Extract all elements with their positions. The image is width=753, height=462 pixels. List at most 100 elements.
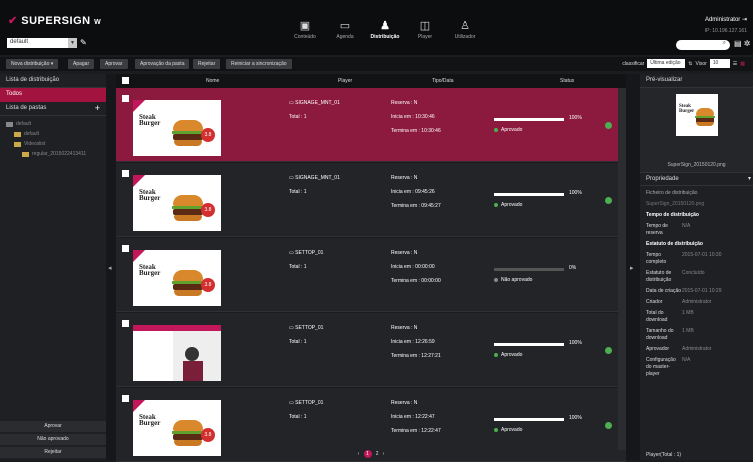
nav-distribuicao[interactable]: ♟ Distribuição	[365, 18, 405, 48]
burger-image	[172, 270, 204, 298]
sort-icon[interactable]: ⇅	[688, 61, 692, 67]
content-thumbnail[interactable]: Steak Burger 3.8	[133, 175, 221, 231]
reject-filter[interactable]: Rejeitar	[0, 447, 106, 458]
top-icons: ▤ ✲	[734, 39, 751, 48]
status-ok-icon	[605, 347, 612, 354]
type-cell: Reserva : N Inicia em : 12:26:59 Termina…	[391, 321, 441, 363]
tree-item[interactable]: regular_2015022413411	[6, 149, 100, 159]
collapse-left-handle[interactable]: ◂	[106, 74, 116, 460]
end-time: Termina em : 12:27:21	[391, 353, 441, 359]
col-player: Player	[338, 78, 353, 84]
type-cell: Reserva : N Inicia em : 10:30:46 Termina…	[391, 96, 441, 138]
status-ok-icon	[605, 122, 612, 129]
property-value: Administrator	[682, 299, 712, 305]
content-thumbnail[interactable]: Steak Burger 3.8	[133, 400, 221, 456]
player-label: SIGNAGE_MNT_01	[295, 175, 340, 181]
property-row: Total do download 1 MB	[646, 310, 747, 324]
player-name: ▭ SETTOP_01	[289, 246, 323, 260]
row-checkbox[interactable]	[122, 170, 129, 177]
row-checkbox[interactable]	[122, 320, 129, 327]
nav-conteudo[interactable]: ▣ Conteúdo	[285, 18, 325, 48]
player-cell: ▭ SIGNAGE_MNT_01 Total : 1	[289, 171, 340, 199]
not-approved-filter[interactable]: Não aprovado	[0, 434, 106, 445]
search-input[interactable]: ⌕	[676, 40, 730, 50]
list-view-icon[interactable]: ☰	[733, 61, 737, 67]
row-checkbox[interactable]	[122, 95, 129, 102]
tag-icon	[133, 250, 145, 262]
content-thumbnail[interactable]: Steak Burger 3.8	[133, 100, 221, 156]
price-badge: 3.8	[201, 203, 215, 217]
row-checkbox[interactable]	[122, 245, 129, 252]
approve-button[interactable]: Aprovar	[100, 59, 128, 69]
document-icon[interactable]: ▤	[734, 39, 742, 48]
tree-label: default	[24, 131, 40, 137]
progress-bar	[494, 193, 564, 196]
site-select[interactable]: default ▼	[7, 38, 77, 48]
table-row[interactable]: Steak Burger 3.8 ▭ SIGNAGE_MNT_01 Total …	[116, 163, 626, 237]
approve-filter[interactable]: Aprovar	[0, 421, 106, 432]
tree-item[interactable]: default	[6, 129, 100, 139]
player-cell: ▭ SIGNAGE_MNT_01 Total : 1	[289, 96, 340, 124]
tree-label: regular_2015022413411	[32, 151, 87, 157]
select-all-checkbox[interactable]	[122, 77, 129, 84]
left-panel: Lista de distribuição Todos Lista de pas…	[0, 74, 106, 460]
thumb-title: Steak Burger	[139, 413, 161, 427]
property-row: SuperSign_20150120.png	[646, 201, 747, 208]
sort-select[interactable]: Última edição	[647, 59, 686, 68]
start-time: Inicia em : 10:30:46	[391, 114, 435, 120]
gear-icon[interactable]: ✲	[744, 39, 751, 48]
scrollbar[interactable]	[618, 88, 626, 450]
status-dot-icon	[494, 203, 498, 207]
player-total-count: Total : 1	[289, 189, 307, 195]
chevron-down-icon: ▾	[747, 176, 751, 182]
property-value: N/A	[682, 357, 691, 363]
user-info[interactable]: Administrator ⇥ IP: 10.196.127.161	[705, 16, 747, 34]
prev-page-button[interactable]: ‹	[358, 451, 360, 457]
row-checkbox[interactable]	[122, 395, 129, 402]
table-row[interactable]: ▭ SETTOP_01 Total : 1 Reserva : N Inicia…	[116, 313, 626, 387]
nav-agenda[interactable]: ▭ Agenda	[325, 18, 365, 48]
nav-label: Utilizador	[454, 34, 476, 40]
all-filter[interactable]: Todos	[0, 88, 106, 102]
start-time: Inicia em : 09:45:26	[391, 189, 435, 195]
table-header: Nome Player Tipo/Data Status	[116, 74, 626, 88]
grid-view-icon[interactable]: ▦	[740, 61, 745, 67]
table-row[interactable]: Steak Burger 3.8 ▭ SIGNAGE_MNT_01 Total …	[116, 88, 626, 162]
view-label: Visor	[695, 60, 707, 67]
next-page-button[interactable]: ›	[383, 451, 385, 457]
collapse-right-handle[interactable]: ▸	[626, 74, 640, 460]
nav-utilizador[interactable]: ♙ Utilizador	[445, 18, 485, 48]
status-ok-icon	[605, 422, 612, 429]
page-2[interactable]: 2	[376, 451, 379, 457]
ip-address: IP: 10.196.127.161	[704, 28, 747, 34]
nav-player[interactable]: ◫ Player	[405, 18, 445, 48]
preview-filename: SuperSign_20150120.png	[667, 162, 726, 168]
content-thumbnail[interactable]	[133, 325, 221, 381]
sort-area: classificar Última edição ⇅ Visor 10 ☰ ▦	[622, 59, 745, 68]
new-distribution-button[interactable]: Nova distribuição ▾	[6, 59, 59, 69]
table-row[interactable]: Steak Burger 3.8 ▭ SETTOP_01 Total : 1 R…	[116, 238, 626, 312]
chevron-down-icon: ▼	[68, 38, 77, 48]
restart-sync-button[interactable]: Reiniciar a sincronização	[226, 59, 292, 69]
monitor-icon: ▭	[289, 325, 294, 331]
tree-item[interactable]: Videoslist	[6, 139, 100, 149]
preview-thumbnail[interactable]: Steak Burger	[676, 94, 718, 136]
view-count-select[interactable]: 10	[709, 59, 730, 68]
properties-header[interactable]: Propriedade ▾	[640, 172, 753, 186]
col-name: Nome	[206, 78, 220, 84]
player-label: SETTOP_01	[295, 250, 324, 256]
property-key: Aprovador	[646, 346, 670, 352]
folder-tree: default default Videoslist regular_20150…	[0, 116, 106, 162]
distribution-icon: ♟	[380, 20, 390, 32]
approve-folder-button[interactable]: Aprovação da pasta	[135, 59, 190, 69]
edit-icon[interactable]: ✎	[80, 38, 87, 47]
page-1[interactable]: 1	[363, 450, 372, 458]
reject-button[interactable]: Rejeitar	[193, 59, 221, 69]
start-time: Inicia em : 12:26:59	[391, 339, 435, 345]
content-thumbnail[interactable]: Steak Burger 3.8	[133, 250, 221, 306]
status-dot-icon	[494, 353, 498, 357]
logout-icon[interactable]: ⇥	[742, 17, 747, 23]
add-folder-icon[interactable]: +	[95, 103, 100, 113]
delete-button[interactable]: Apagar	[68, 59, 95, 69]
tree-item[interactable]: default	[6, 119, 100, 129]
